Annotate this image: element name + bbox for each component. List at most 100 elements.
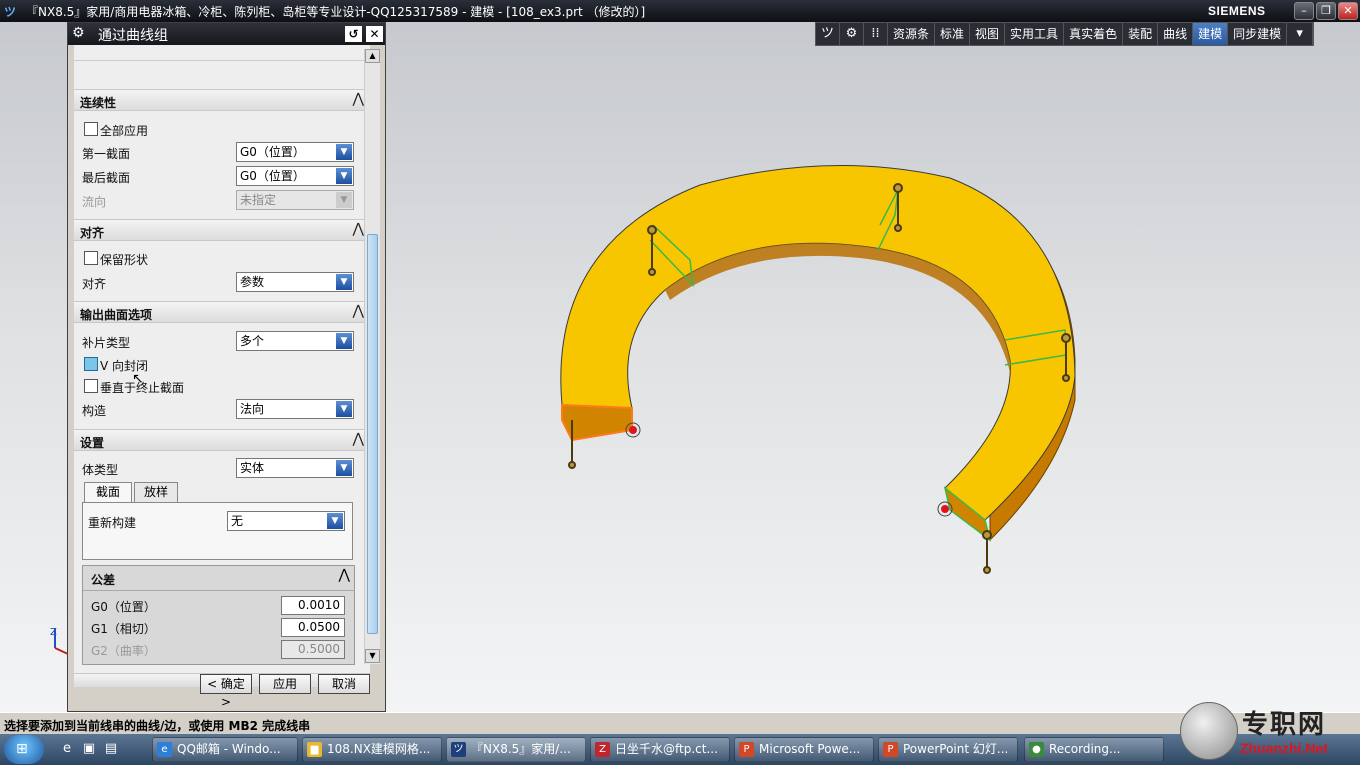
- reset-icon[interactable]: ↺: [345, 26, 362, 42]
- g1-tolerance-input[interactable]: 0.0500: [281, 618, 345, 637]
- toolbar-item-modeling[interactable]: 建模: [1193, 23, 1229, 45]
- alignment-select[interactable]: 参数 ▼: [236, 272, 354, 292]
- g2-tolerance-input[interactable]: 0.5000: [281, 640, 345, 659]
- scroll-up-icon[interactable]: ▲: [365, 49, 380, 63]
- nx-logo-icon[interactable]: ツ: [816, 23, 840, 45]
- toolbar-item-view[interactable]: 视图: [970, 23, 1006, 45]
- tolerance-group: 公差 ⋀ G0（位置） 0.0010 G1（相切） 0.0500 G2（曲率） …: [82, 565, 355, 665]
- collapse-icon[interactable]: ⋀: [353, 221, 364, 237]
- ie-icon[interactable]: e: [58, 741, 76, 757]
- ok-button[interactable]: < 确定 >: [200, 674, 252, 709]
- explorer-icon[interactable]: ▤: [102, 741, 120, 757]
- watermark-url: Zhuanzhi.Net: [1240, 740, 1328, 756]
- chevron-down-icon: ▼: [336, 460, 352, 476]
- task-label: 『NX8.5』家用/...: [471, 742, 571, 756]
- powerpoint-icon: P: [739, 742, 754, 757]
- close-icon[interactable]: ✕: [366, 26, 383, 42]
- v-closed-checkbox[interactable]: [84, 357, 98, 371]
- previous-group-edge: [74, 45, 370, 61]
- dialog-scrollbar[interactable]: ▲ ▼: [364, 49, 380, 664]
- collapse-icon[interactable]: ⋀: [353, 303, 364, 319]
- body-type-select[interactable]: 实体 ▼: [236, 458, 354, 478]
- cancel-button[interactable]: 取消: [318, 674, 370, 694]
- task-filezilla[interactable]: Z 日坐千水@ftp.ct...: [590, 737, 730, 762]
- patch-type-select[interactable]: 多个 ▼: [236, 331, 354, 351]
- g2-label: G2（曲率）: [91, 644, 156, 658]
- task-qq-mail[interactable]: e QQ邮箱 - Windo...: [152, 737, 298, 762]
- nx-icon: ツ: [451, 742, 466, 757]
- toolbar-item-curve[interactable]: 曲线: [1158, 23, 1194, 45]
- scroll-down-icon[interactable]: ▼: [365, 649, 380, 663]
- browser-icon: e: [157, 742, 172, 757]
- collapse-icon[interactable]: ⋀: [353, 91, 364, 107]
- output-surface-header[interactable]: 输出曲面选项 ⋀: [74, 301, 370, 323]
- toolbar-item-resource-bar[interactable]: 资源条: [888, 23, 936, 45]
- construction-select[interactable]: 法向 ▼: [236, 399, 354, 419]
- tab-panel: 重新构建 无 ▼: [82, 502, 353, 560]
- restore-button[interactable]: ❐: [1316, 2, 1336, 20]
- toolbar-item-utilities[interactable]: 实用工具: [1005, 23, 1065, 45]
- gear-icon[interactable]: ⚙: [840, 23, 864, 45]
- task-label: PowerPoint 幻灯...: [903, 742, 1009, 756]
- through-curves-dialog: ⚙ 通过曲线组 ↺ ✕ 连续性 ⋀ 全部应用 第一截面 G0（位置） ▼ 最后截面…: [67, 22, 386, 712]
- toolbar-options-icon[interactable]: ▾: [1287, 23, 1314, 45]
- toolbar-item-sync-modeling[interactable]: 同步建模: [1228, 23, 1288, 45]
- minimize-button[interactable]: –: [1294, 2, 1314, 20]
- task-folder[interactable]: ▆ 108.NX建模网格...: [302, 737, 442, 762]
- first-section-select[interactable]: G0（位置） ▼: [236, 142, 354, 162]
- folder-icon: ▆: [307, 742, 322, 757]
- settings-header[interactable]: 设置 ⋀: [74, 429, 370, 451]
- tab-section[interactable]: 截面: [84, 482, 132, 502]
- soccer-ball-logo-icon: [1180, 702, 1238, 760]
- flow-direction-value: 未指定: [240, 193, 277, 207]
- construction-value: 法向: [240, 402, 265, 416]
- title-bar: ツ 『NX8.5』家用/商用电器冰箱、冷柜、陈列柜、岛柜等专业设计-QQ1253…: [0, 0, 1360, 22]
- rebuild-label: 重新构建: [88, 516, 137, 530]
- collapse-icon[interactable]: ⋀: [339, 567, 350, 583]
- svg-text:Z: Z: [50, 627, 57, 638]
- alignment-header[interactable]: 对齐 ⋀: [74, 219, 370, 241]
- last-section-select[interactable]: G0（位置） ▼: [236, 166, 354, 186]
- filezilla-icon: Z: [595, 742, 610, 757]
- perpendicular-end-checkbox[interactable]: [84, 379, 98, 393]
- dialog-header: ⚙ 通过曲线组 ↺ ✕: [68, 23, 385, 45]
- patch-type-value: 多个: [240, 334, 265, 348]
- toolbar-item-assemblies[interactable]: 装配: [1123, 23, 1159, 45]
- start-button[interactable]: ⊞: [4, 735, 44, 764]
- toolbar-item-standard[interactable]: 标准: [935, 23, 971, 45]
- apply-all-checkbox[interactable]: [84, 122, 98, 136]
- first-section-value: G0（位置）: [240, 145, 305, 159]
- tab-spline[interactable]: 放样: [134, 482, 178, 502]
- settings-title: 设置: [80, 436, 105, 450]
- first-section-label: 第一截面: [82, 147, 131, 161]
- close-window-button[interactable]: ✕: [1338, 2, 1358, 20]
- flow-direction-label: 流向: [82, 195, 107, 209]
- tolerance-title: 公差: [91, 573, 116, 587]
- patch-type-label: 补片类型: [82, 336, 131, 350]
- rebuild-select[interactable]: 无 ▼: [227, 511, 345, 531]
- task-powerpoint-show[interactable]: P PowerPoint 幻灯...: [878, 737, 1018, 762]
- toolbar-item-true-shading[interactable]: 真实着色: [1064, 23, 1124, 45]
- nx-logo-icon[interactable]: ツ: [4, 3, 22, 19]
- site-watermark: 专职网 Zhuanzhi.Net: [1176, 700, 1360, 765]
- dialog-content: 连续性 ⋀ 全部应用 第一截面 G0（位置） ▼ 最后截面 G0（位置） ▼ 流向 …: [74, 45, 370, 687]
- apply-button[interactable]: 应用: [259, 674, 311, 694]
- task-powerpoint[interactable]: P Microsoft Powe...: [734, 737, 874, 762]
- output-surface-title: 输出曲面选项: [80, 308, 153, 322]
- task-recording[interactable]: ● Recording...: [1024, 737, 1164, 762]
- keep-shape-checkbox[interactable]: [84, 251, 98, 265]
- flow-direction-select[interactable]: 未指定 ▼: [236, 190, 354, 210]
- continuity-header[interactable]: 连续性 ⋀: [74, 89, 370, 111]
- collapse-icon[interactable]: ⋀: [353, 431, 364, 447]
- show-desktop-icon[interactable]: ▣: [80, 741, 98, 757]
- watermark-text: 专职网: [1242, 710, 1327, 740]
- resource-toolbar: ツ ⚙ ⁞⁞ 资源条 标准 视图 实用工具 真实着色 装配 曲线 建模 同步建模…: [815, 22, 1315, 46]
- grid-icon[interactable]: ⁞⁞: [864, 23, 888, 45]
- task-nx[interactable]: ツ 『NX8.5』家用/...: [446, 737, 586, 762]
- scroll-thumb[interactable]: [367, 234, 378, 634]
- mouse-cursor-icon: ↖: [132, 371, 144, 387]
- chevron-down-icon: ▼: [336, 168, 352, 184]
- g1-label: G1（相切）: [91, 622, 156, 636]
- gear-icon[interactable]: ⚙: [72, 25, 85, 41]
- g0-tolerance-input[interactable]: 0.0010: [281, 596, 345, 615]
